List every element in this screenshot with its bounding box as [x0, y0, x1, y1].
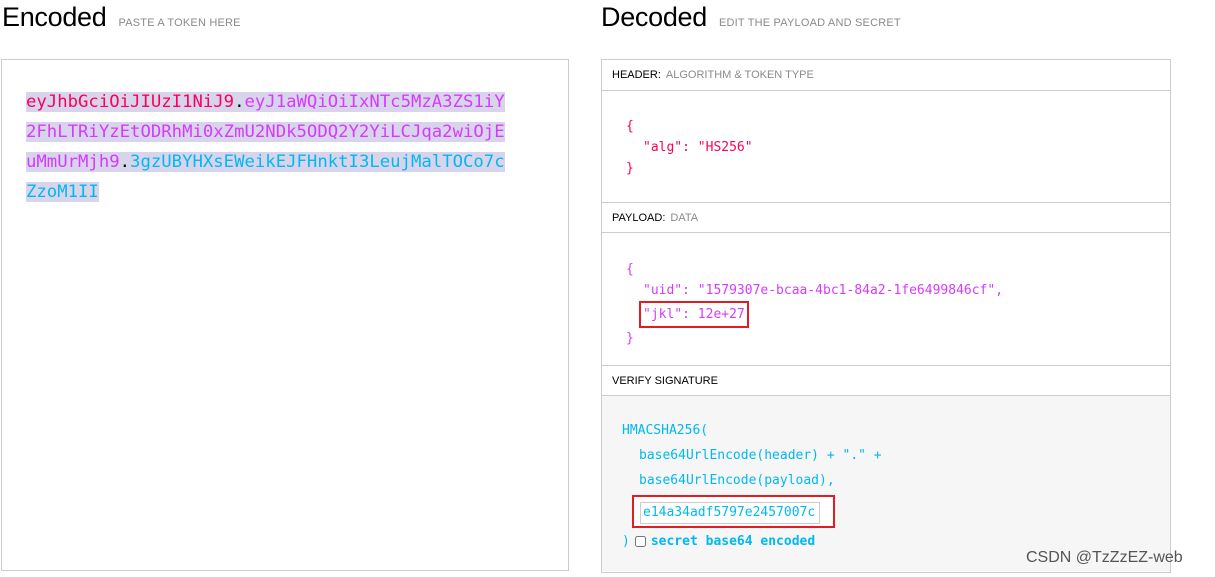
encoded-subtitle: PASTE A TOKEN HERE — [118, 17, 241, 29]
verify-signature-body: HMACSHA256( base64UrlEncode(header) + ".… — [602, 396, 1170, 571]
secret-input[interactable] — [640, 501, 820, 524]
header-open-brace: { — [626, 119, 634, 134]
payload-json-editor[interactable]: { "uid": "1579307e-bcaa-4bc1-84a2-1fe649… — [602, 233, 1170, 365]
decoded-title: Decoded — [601, 2, 707, 32]
token-dot-2: . — [119, 152, 131, 172]
header-label: HEADER: — [612, 69, 661, 81]
secret-base64-label[interactable]: secret base64 encoded — [651, 529, 815, 554]
payload-open-brace: { — [626, 262, 634, 277]
secret-base64-checkbox[interactable] — [634, 536, 646, 547]
verify-label: VERIFY SIGNATURE — [612, 374, 718, 387]
token-text[interactable]: eyJhbGciOiJIUzI1NiJ9.eyJ1aWQiOiIxNTc5MzA… — [26, 87, 506, 207]
verify-section-title: VERIFY SIGNATURE — [602, 365, 1170, 396]
payload-jkl-highlight: "jkl": 12e+27 — [639, 301, 749, 328]
decoded-heading: Decoded EDIT THE PAYLOAD AND SECRET — [601, 2, 901, 33]
header-close-brace: } — [626, 161, 634, 176]
encoded-token-editor[interactable]: eyJhbGciOiJIUzI1NiJ9.eyJ1aWQiOiIxNTc5MzA… — [1, 59, 569, 571]
header-json-editor[interactable]: { "alg": "HS256" } — [602, 91, 1170, 202]
header-section-title: HEADER: ALGORITHM & TOKEN TYPE — [602, 60, 1170, 91]
payload-close-brace: } — [626, 331, 634, 346]
payload-sublabel: DATA — [670, 211, 699, 224]
encoded-heading: Encoded PASTE A TOKEN HERE — [2, 2, 241, 33]
decoded-panel: HEADER: ALGORITHM & TOKEN TYPE { "alg": … — [601, 59, 1171, 573]
token-header-part: eyJhbGciOiJIUzI1NiJ9 — [26, 92, 235, 112]
verify-close-paren: ) — [622, 534, 630, 549]
decoded-subtitle: EDIT THE PAYLOAD AND SECRET — [718, 17, 901, 29]
secret-highlight-box — [632, 495, 835, 528]
verify-line-header: base64UrlEncode(header) + "." + — [639, 448, 882, 463]
token-dot-1: . — [234, 92, 245, 112]
verify-line-payload: base64UrlEncode(payload), — [639, 473, 835, 488]
payload-jkl-row: "jkl": 12e+27 — [626, 301, 1170, 328]
encoded-title: Encoded — [2, 2, 107, 32]
header-alg-line: "alg": "HS256" — [643, 140, 753, 155]
watermark-text: CSDN @TzZzEZ-web — [1026, 549, 1183, 566]
payload-section-title: PAYLOAD: DATA — [602, 202, 1170, 233]
verify-line-hmac: HMACSHA256( — [622, 423, 709, 438]
payload-label: PAYLOAD: — [612, 211, 666, 224]
payload-uid-line: "uid": "1579307e-bcaa-4bc1-84a2-1fe64998… — [643, 283, 1004, 298]
header-sublabel: ALGORITHM & TOKEN TYPE — [665, 69, 814, 81]
